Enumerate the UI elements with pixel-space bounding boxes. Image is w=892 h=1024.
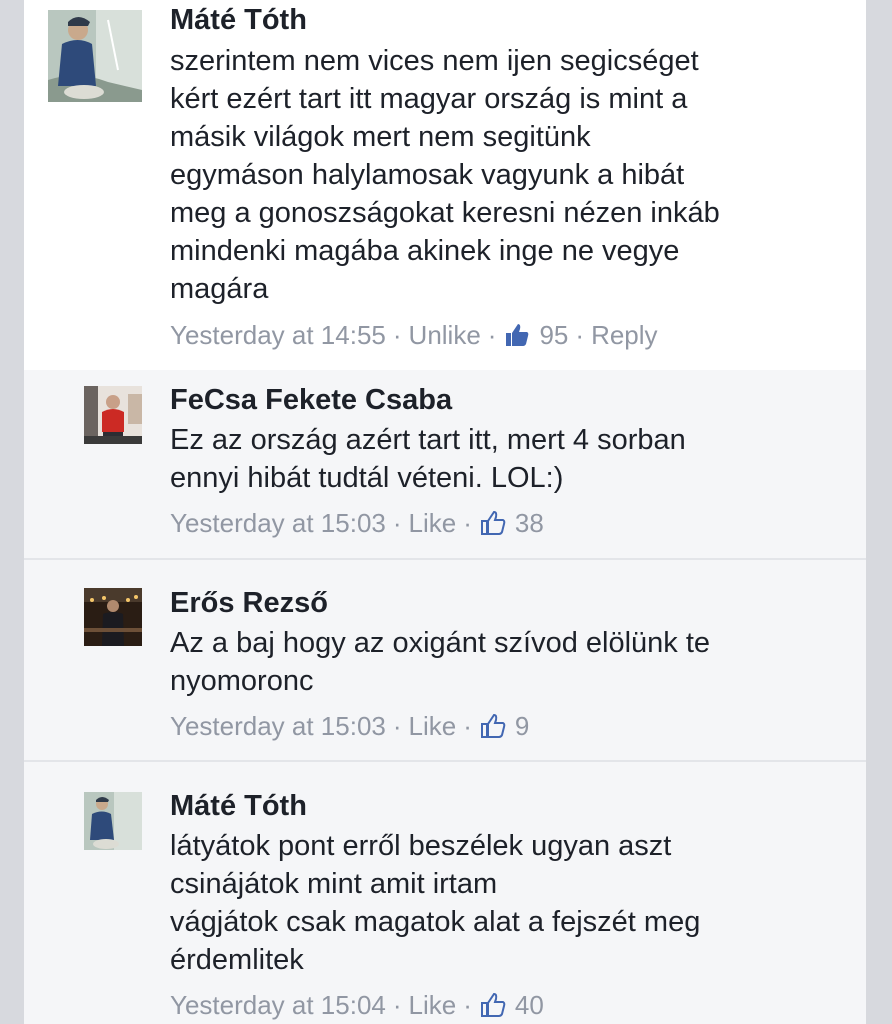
like-thumb-icon[interactable] xyxy=(479,509,507,537)
reply-comment: Máté Tóth látyátok pont erről beszélek u… xyxy=(24,760,866,1024)
avatar[interactable] xyxy=(48,10,142,102)
like-count[interactable]: 38 xyxy=(515,507,544,539)
comment-author[interactable]: Máté Tóth xyxy=(170,789,307,823)
reply-button[interactable]: Reply xyxy=(591,319,657,351)
comment-meta: Yesterday at 15:04 · Like · 40 xyxy=(170,989,544,1021)
profile-photo-icon xyxy=(84,792,142,850)
like-button[interactable]: Like xyxy=(409,989,457,1021)
separator: · xyxy=(392,508,402,538)
separator: · xyxy=(463,711,472,741)
separator: · xyxy=(392,320,402,350)
avatar[interactable] xyxy=(84,588,142,646)
comment-timestamp[interactable]: Yesterday at 14:55 xyxy=(170,319,386,351)
comment-timestamp[interactable]: Yesterday at 15:03 xyxy=(170,710,386,742)
like-thumb-icon[interactable] xyxy=(479,712,507,740)
like-count[interactable]: 40 xyxy=(515,989,544,1021)
profile-photo-icon xyxy=(48,10,142,102)
comment-meta: Yesterday at 14:55 · Unlike · 95 · Reply xyxy=(170,319,658,351)
separator: · xyxy=(392,711,402,741)
avatar[interactable] xyxy=(84,792,142,850)
profile-photo-icon xyxy=(84,386,142,444)
like-thumb-icon[interactable] xyxy=(503,321,531,349)
separator: · xyxy=(392,990,402,1020)
separator: · xyxy=(487,320,497,350)
like-button[interactable]: Like xyxy=(409,507,457,539)
like-thumb-icon[interactable] xyxy=(479,991,507,1019)
profile-photo-icon xyxy=(84,588,142,646)
comment-text: Az a baj hogy az oxigánt szívod elölünk … xyxy=(170,627,711,697)
like-count[interactable]: 95 xyxy=(539,319,568,351)
unlike-button[interactable]: Unlike xyxy=(409,319,481,351)
comment-timestamp[interactable]: Yesterday at 15:03 xyxy=(170,507,386,539)
separator: · xyxy=(463,990,472,1020)
reply-comment: Erős Rezső Az a baj hogy az oxigánt szív… xyxy=(24,558,866,760)
avatar[interactable] xyxy=(84,386,142,444)
comment-text: Ez az ország azért tart itt, mert 4 sorb… xyxy=(170,424,686,494)
reply-comment: FeCsa Fekete Csaba Ez az ország azért ta… xyxy=(24,370,866,558)
comment-meta: Yesterday at 15:03 · Like · 38 xyxy=(170,507,544,539)
separator: · xyxy=(575,320,585,350)
comment-timestamp[interactable]: Yesterday at 15:04 xyxy=(170,989,386,1021)
comment: Máté Tóth szerintem nem vices nem ijen s… xyxy=(24,0,866,370)
comment-thread: Máté Tóth szerintem nem vices nem ijen s… xyxy=(24,0,866,1024)
comment-text: látyátok pont erről beszélek ugyan aszt … xyxy=(170,830,701,976)
comment-author[interactable]: FeCsa Fekete Csaba xyxy=(170,383,452,417)
comment-author[interactable]: Erős Rezső xyxy=(170,586,328,620)
separator: · xyxy=(463,508,472,538)
comment-meta: Yesterday at 15:03 · Like · 9 xyxy=(170,710,529,742)
like-count[interactable]: 9 xyxy=(515,710,529,742)
comment-text: szerintem nem vices nem ijen segicséget … xyxy=(170,45,720,305)
comment-author[interactable]: Máté Tóth xyxy=(170,3,307,37)
like-button[interactable]: Like xyxy=(409,710,457,742)
